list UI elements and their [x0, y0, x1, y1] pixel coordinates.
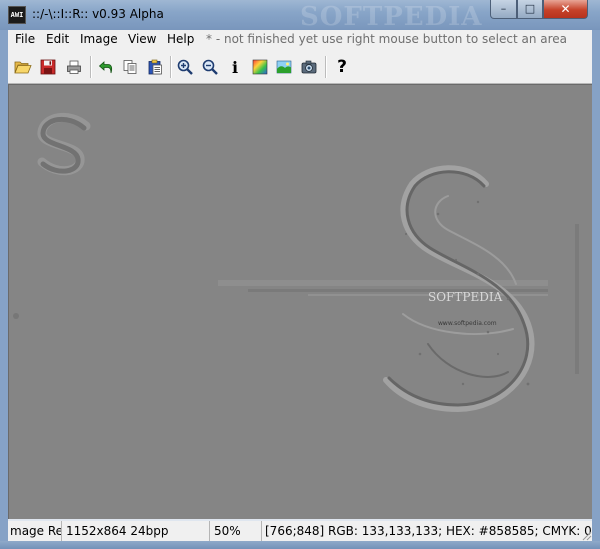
window-frame-right: [592, 30, 600, 541]
large-s-emboss: [383, 165, 535, 413]
menu-file[interactable]: File: [15, 32, 35, 46]
image-canvas[interactable]: SOFTPEDIA www.softpedia.com: [8, 84, 592, 519]
title-bar[interactable]: AWI ::/-\::I::R:: v0.93 Alpha SOFTPEDIA …: [0, 0, 600, 32]
window-title: ::/-\::I::R:: v0.93 Alpha: [32, 7, 164, 21]
toolbar-separator: [325, 56, 327, 78]
print-icon: [67, 60, 81, 74]
camera-button[interactable]: [299, 57, 319, 77]
open-folder-icon: [14, 61, 32, 74]
zoom-out-icon: [202, 59, 218, 75]
menu-view[interactable]: View: [128, 32, 156, 46]
image-label: SOFTPEDIA: [428, 290, 503, 304]
menu-help[interactable]: Help: [167, 32, 194, 46]
s-logo-emboss: [37, 113, 91, 176]
landscape-image-button[interactable]: [274, 57, 294, 77]
window-frame-left: [0, 30, 8, 541]
menu-hint-text: * - not finished yet use right mouse but…: [206, 32, 568, 46]
status-bar: mage Re 1152x864 24bpp 50% [766;848] RGB…: [8, 521, 592, 541]
menu-image[interactable]: Image: [80, 32, 118, 46]
save-button[interactable]: [38, 57, 58, 77]
toolbar-separator: [170, 56, 172, 78]
menu-bar: File Edit Image View Help * - not finish…: [8, 30, 592, 50]
app-icon[interactable]: AWI: [8, 6, 26, 24]
copy-icon: [123, 60, 137, 74]
vertical-text-strip: [575, 224, 579, 374]
menu-edit[interactable]: Edit: [46, 32, 69, 46]
zoom-out-button[interactable]: [200, 57, 220, 77]
landscape-image-icon: [276, 60, 292, 74]
color-palette-button[interactable]: [250, 57, 270, 77]
copy-button[interactable]: [120, 57, 140, 77]
paste-button[interactable]: [145, 57, 165, 77]
toolbar-separator: [90, 56, 92, 78]
status-pixel-info: [766;848] RGB: 133,133,133; HEX: #858585…: [265, 524, 592, 538]
window-frame-bottom: [0, 541, 600, 549]
print-button[interactable]: [64, 57, 84, 77]
status-mode: mage Re: [8, 521, 62, 541]
save-icon: [40, 59, 56, 75]
zoom-in-button[interactable]: [175, 57, 195, 77]
minimize-button[interactable]: –: [490, 0, 517, 19]
help-icon: ?: [337, 57, 347, 77]
status-dimensions: 1152x864 24bpp: [62, 521, 210, 541]
info-icon: i: [231, 57, 239, 77]
open-button[interactable]: [13, 57, 33, 77]
toolbar: i ?: [8, 50, 592, 84]
info-button[interactable]: i: [225, 57, 245, 77]
softpedia-watermark: SOFTPEDIA: [300, 2, 483, 32]
paste-icon: [148, 59, 162, 75]
undo-icon: [98, 61, 113, 74]
close-button[interactable]: ✕: [543, 0, 588, 19]
zoom-in-icon: [177, 59, 193, 75]
maximize-button[interactable]: □: [517, 0, 543, 19]
camera-icon: [301, 60, 317, 74]
status-zoom: 50%: [210, 521, 262, 541]
color-palette-icon: [252, 59, 268, 75]
undo-button[interactable]: [96, 57, 116, 77]
app-window: AWI ::/-\::I::R:: v0.93 Alpha SOFTPEDIA …: [0, 0, 600, 549]
embossed-image[interactable]: SOFTPEDIA www.softpedia.com: [8, 84, 592, 519]
resize-grip-icon[interactable]: [580, 529, 592, 541]
help-button[interactable]: ?: [332, 57, 352, 77]
image-sublabel: www.softpedia.com: [438, 320, 497, 327]
